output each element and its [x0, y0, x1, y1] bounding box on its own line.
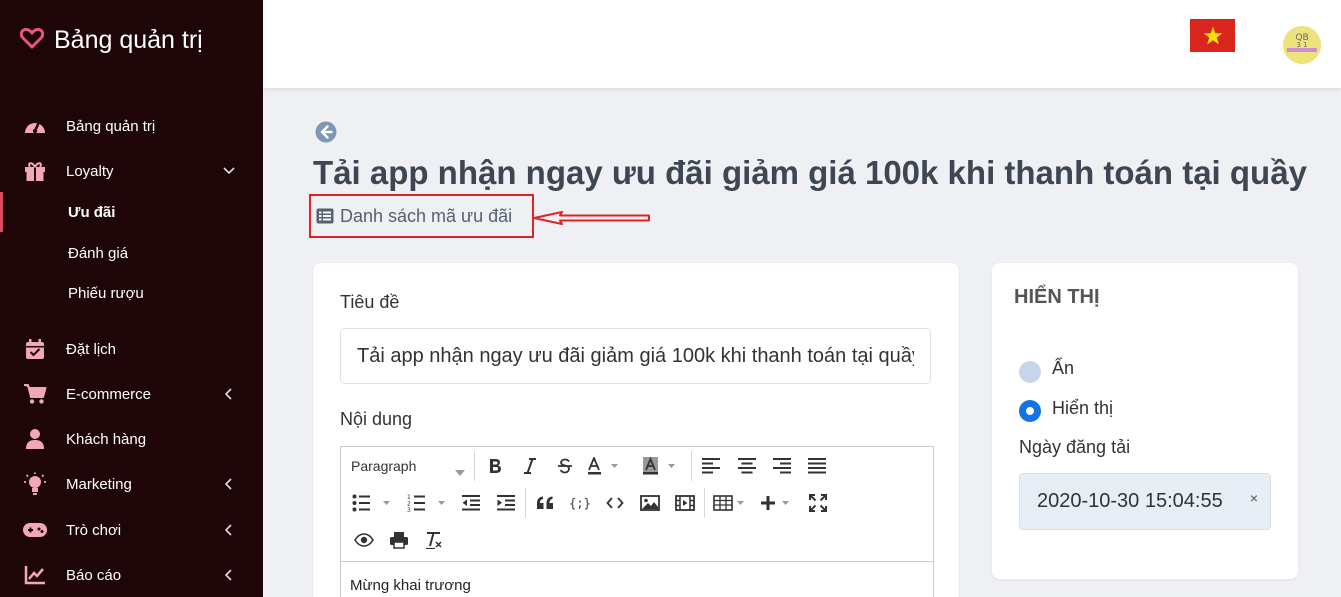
align-right-icon[interactable] — [770, 453, 794, 479]
display-settings-card: HIỂN THỊ Ẩn Hiển thị Ngày đăng tải 2020-… — [992, 263, 1298, 579]
sidebar-item-label: Đặt lịch — [66, 340, 117, 358]
bold-icon[interactable] — [483, 453, 507, 479]
radio-visible[interactable] — [1019, 400, 1041, 422]
toolbar-separator — [474, 451, 475, 481]
sidebar-item-dashboard[interactable]: Bảng quản trị — [0, 108, 263, 144]
outdent-icon[interactable] — [459, 490, 483, 516]
content-label: Nội dung — [340, 409, 413, 429]
clear-date-button[interactable]: × — [1250, 490, 1258, 506]
coupon-list-link[interactable]: Danh sách mã ưu đãi — [309, 194, 534, 238]
lightbulb-icon — [22, 472, 48, 496]
title-label: Tiêu đề — [340, 292, 400, 312]
toolbar-separator — [691, 451, 692, 481]
heart-icon — [19, 27, 45, 54]
paragraph-style-select[interactable]: Paragraph — [345, 453, 469, 479]
sidebar-subitem-label: Ưu đãi — [68, 203, 116, 221]
calendar-check-icon — [22, 337, 48, 361]
align-left-icon[interactable] — [699, 453, 723, 479]
sidebar-item-label: Trò chơi — [66, 521, 122, 539]
back-arrow-icon[interactable] — [315, 121, 337, 143]
list-alt-icon — [316, 208, 334, 224]
italic-icon[interactable] — [518, 453, 542, 479]
strikethrough-icon[interactable] — [553, 453, 577, 479]
print-icon[interactable] — [386, 527, 412, 553]
text-color-icon[interactable] — [586, 453, 622, 479]
radio-hidden[interactable] — [1019, 361, 1041, 383]
brand-title: Bảng quản trị — [54, 26, 203, 54]
sidebar-item-games[interactable]: Trò chơi — [0, 512, 263, 548]
gift-icon — [22, 159, 48, 183]
display-section-title: HIỂN THỊ — [1014, 286, 1100, 308]
brand[interactable]: Bảng quản trị — [19, 26, 203, 55]
page-title: Tải app nhận ngay ưu đãi giảm giá 100k k… — [313, 154, 1307, 191]
sidebar-subitem-label: Phiếu rượu — [68, 284, 144, 302]
align-justify-icon[interactable] — [805, 453, 829, 479]
content-form-card: Tiêu đề Nội dung Paragraph 123 — [313, 263, 959, 597]
shopping-cart-icon — [22, 382, 48, 406]
dashboard-gauge-icon — [22, 114, 48, 138]
svg-text:{;}: {;} — [570, 497, 590, 511]
svg-text:3 1: 3 1 — [1296, 41, 1307, 49]
chevron-left-icon — [222, 523, 236, 537]
vietnam-flag-icon[interactable] — [1190, 19, 1235, 52]
annotation-arrow — [533, 211, 650, 225]
sidebar-item-label: Loyalty — [66, 162, 114, 180]
image-icon[interactable] — [638, 490, 662, 516]
caret-down-icon — [455, 463, 465, 479]
publish-date-input[interactable]: 2020-10-30 15:04:55 × — [1019, 473, 1271, 530]
sidebar-item-marketing[interactable]: Marketing — [0, 466, 263, 502]
sidebar-subitem-reviews[interactable]: Đánh giá — [0, 238, 263, 268]
fullscreen-icon[interactable] — [806, 490, 830, 516]
coupon-list-link-label: Danh sách mã ưu đãi — [340, 205, 513, 226]
publish-date-label: Ngày đăng tải — [1019, 437, 1131, 457]
clear-formatting-icon[interactable] — [421, 527, 447, 553]
chevron-left-icon — [222, 477, 236, 491]
insert-plus-icon[interactable] — [759, 490, 795, 516]
align-center-icon[interactable] — [735, 453, 759, 479]
bullet-list-icon[interactable] — [351, 490, 395, 516]
title-input[interactable] — [340, 328, 931, 384]
sidebar-subitem-label: Đánh giá — [68, 244, 129, 262]
chevron-left-icon — [222, 568, 236, 582]
sidebar-item-booking[interactable]: Đặt lịch — [0, 331, 263, 367]
rich-text-editor: Paragraph 123 {;} Mừng khai trương — [340, 446, 934, 597]
indent-icon[interactable] — [494, 490, 518, 516]
sidebar-subitem-wine-vouchers[interactable]: Phiếu rượu — [0, 278, 263, 308]
editor-toolbar: Paragraph 123 {;} — [341, 447, 933, 562]
editor-content[interactable]: Mừng khai trương — [350, 577, 471, 594]
top-bar: QB 3 1 — [263, 0, 1341, 88]
sidebar-item-loyalty[interactable]: Loyalty — [0, 153, 263, 189]
sidebar-item-label: Bảng quản trị — [66, 117, 156, 135]
gamepad-icon — [22, 518, 48, 542]
user-icon — [22, 427, 48, 451]
video-icon[interactable] — [673, 490, 697, 516]
blockquote-icon[interactable] — [533, 490, 557, 516]
table-icon[interactable] — [712, 490, 748, 516]
sidebar-subitem-offers[interactable]: Ưu đãi — [0, 192, 263, 232]
code-block-icon[interactable]: {;} — [567, 490, 593, 516]
sidebar-item-label: Marketing — [66, 475, 132, 493]
sidebar-item-customers[interactable]: Khách hàng — [0, 421, 263, 457]
sidebar-item-label: Khách hàng — [66, 430, 147, 448]
numbered-list-icon[interactable]: 123 — [406, 490, 450, 516]
toolbar-separator — [525, 488, 526, 518]
sidebar-item-label: E-commerce — [66, 385, 152, 403]
toolbar-separator — [704, 488, 705, 518]
background-color-icon[interactable] — [641, 453, 679, 479]
preview-eye-icon[interactable] — [351, 527, 377, 553]
chart-line-icon — [22, 563, 48, 587]
code-icon[interactable] — [603, 490, 627, 516]
chevron-left-icon — [222, 387, 236, 401]
radio-visible-label: Hiển thị — [1052, 398, 1114, 418]
sidebar-item-ecommerce[interactable]: E-commerce — [0, 376, 263, 412]
sidebar-item-label: Báo cáo — [66, 566, 122, 584]
radio-hidden-label: Ẩn — [1052, 358, 1075, 378]
avatar[interactable]: QB 3 1 — [1283, 26, 1321, 64]
svg-text:3: 3 — [407, 507, 411, 512]
sidebar-item-reports[interactable]: Báo cáo — [0, 557, 263, 593]
sidebar: Bảng quản trị Bảng quản trị Loyalty Ưu đ… — [0, 0, 263, 597]
paragraph-style-value: Paragraph — [351, 458, 417, 474]
publish-date-value: 2020-10-30 15:04:55 — [1037, 490, 1223, 512]
chevron-down-icon — [222, 164, 236, 178]
